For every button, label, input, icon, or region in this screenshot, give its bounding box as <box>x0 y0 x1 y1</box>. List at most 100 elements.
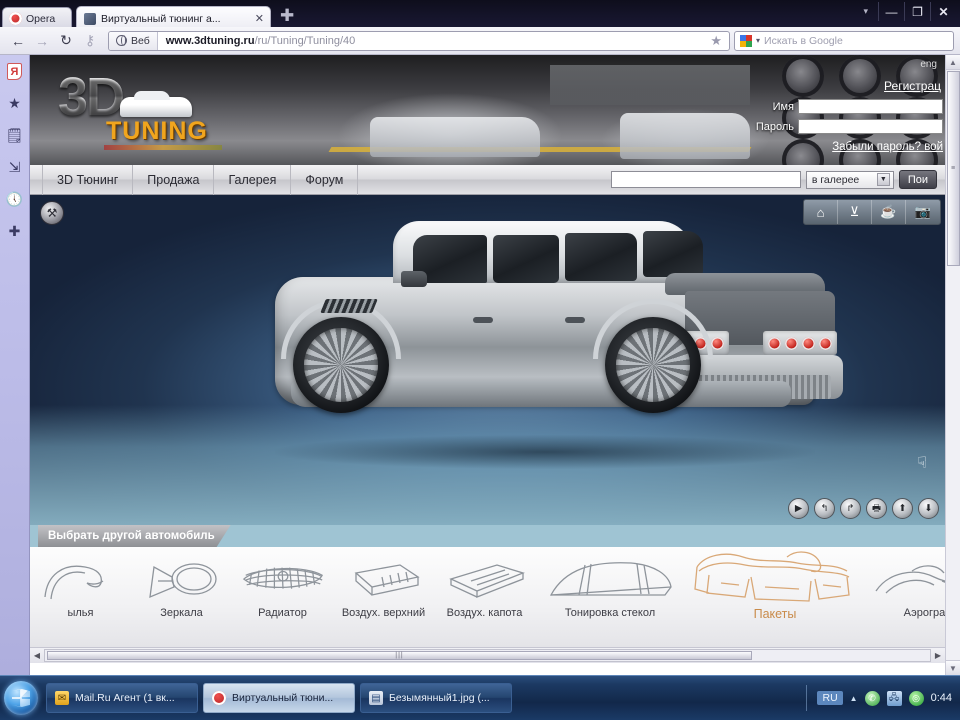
car-window-mid <box>493 235 559 283</box>
taskbar-item-label: Безымянный1.jpg (... <box>389 692 490 704</box>
reload-icon[interactable]: ↻ <box>54 30 78 52</box>
part-item-airbrush[interactable]: Аэрография <box>865 547 945 647</box>
car-3d-viewer[interactable]: ⚒ ⌂ ⊻ ☕ 📷 <box>30 195 945 525</box>
signin-link: вой <box>924 141 943 153</box>
paint-spray-icon[interactable]: ☕ <box>872 200 906 224</box>
chevron-down-icon[interactable]: ▾ <box>756 36 760 45</box>
rotate-right-icon[interactable]: ↱ <box>840 498 861 519</box>
notes-icon[interactable]: 🗒 <box>6 126 24 144</box>
parts-carousel[interactable]: ылья Зеркала <box>30 547 945 647</box>
opera-menu-label: Opera <box>26 13 55 25</box>
back-icon[interactable]: ← <box>6 30 30 52</box>
nav-item-tuning[interactable]: 3D Тюнинг <box>42 165 133 195</box>
rotate-left-icon[interactable]: ↰ <box>814 498 835 519</box>
tray-divider <box>806 685 807 711</box>
url-input[interactable]: Веб www.3dtuning.ru/ru/Tuning/Tuning/40 … <box>108 31 730 51</box>
nav-item-gallery[interactable]: Галерея <box>214 165 291 195</box>
scroll-thumb-vertical[interactable]: ≡ <box>947 71 960 266</box>
scroll-thumb[interactable]: ||| <box>47 651 752 660</box>
page-horizontal-scrollbar[interactable]: ◀ ||| ▶ <box>30 647 945 663</box>
site-navbar: 3D Тюнинг Продажа Галерея Форум в галере… <box>30 165 945 195</box>
clock[interactable]: 0:44 <box>931 692 952 704</box>
car-side-mirror <box>401 271 427 287</box>
opera-icon <box>212 691 226 705</box>
taskbar-item-opera[interactable]: Виртуальный тюни... <box>203 683 355 713</box>
new-tab-button[interactable]: ✚ <box>280 6 294 26</box>
star-icon[interactable]: ★ <box>6 94 24 112</box>
close-icon[interactable]: ✕ <box>253 12 266 25</box>
logo-car-icon <box>120 97 192 117</box>
upload-icon[interactable]: ⬆ <box>892 498 913 519</box>
part-item-mirrors[interactable]: Зеркала <box>131 547 232 647</box>
browser-titlebar: Opera Виртуальный тюнинг а... ✕ ✚ ▾ — ❐ … <box>0 0 960 27</box>
mirror-icon <box>139 555 225 607</box>
car-wheel-front <box>293 317 389 413</box>
window-tint-icon <box>544 555 676 607</box>
search-input[interactable]: ▾ Искать в Google <box>734 31 954 51</box>
chevron-down-icon[interactable]: ▾ <box>859 6 878 17</box>
nav-item-forum[interactable]: Форум <box>291 165 358 195</box>
scroll-up-icon[interactable]: ▲ <box>946 55 960 70</box>
language-indicator[interactable]: RU <box>817 691 842 705</box>
download-icon[interactable]: ⬇ <box>918 498 939 519</box>
site-search-scope-select[interactable]: в галерее ▼ <box>806 171 894 189</box>
camera-icon[interactable]: 📷 <box>906 200 940 224</box>
scroll-right-icon[interactable]: ▶ <box>931 649 945 663</box>
network-tray-icon[interactable]: 🖧 <box>887 691 902 706</box>
language-switch-link[interactable]: eng <box>920 59 937 70</box>
minimize-button[interactable]: — <box>878 2 904 21</box>
page-vertical-scrollbar[interactable]: ▲ ≡ ▼ <box>945 55 960 675</box>
logo-underline <box>104 145 222 150</box>
forgot-password-link[interactable]: Забыли пароль? вой <box>832 141 943 153</box>
site-search-group: в галерее ▼ Пои <box>611 170 945 189</box>
play-icon[interactable]: ▶ <box>788 498 809 519</box>
site-logo[interactable]: 3D TUNING <box>58 69 233 151</box>
url-text: www.3dtuning.ru/ru/Tuning/Tuning/40 <box>158 35 356 47</box>
web-search-badge[interactable]: Веб <box>109 32 158 50</box>
scroll-down-icon[interactable]: ▼ <box>946 660 960 675</box>
forward-icon[interactable]: → <box>30 30 54 52</box>
site-search-input[interactable] <box>611 171 801 188</box>
opera-menu-button[interactable]: Opera <box>2 7 72 29</box>
site-search-button[interactable]: Пои <box>899 170 937 189</box>
part-item-fenders[interactable]: ылья <box>30 547 131 647</box>
antivirus-tray-icon[interactable]: ◎ <box>909 691 924 706</box>
add-panel-icon[interactable]: ✚ <box>6 222 24 240</box>
yandex-icon[interactable]: Я <box>7 63 22 80</box>
key-icon[interactable]: ⚷ <box>78 30 102 52</box>
part-label: Воздух. капота <box>447 607 523 619</box>
grille-icon <box>240 555 326 607</box>
scroll-left-icon[interactable]: ◀ <box>30 649 44 663</box>
bookmark-star-icon[interactable]: ★ <box>703 33 729 49</box>
restore-button[interactable]: ❐ <box>904 2 930 21</box>
show-hidden-icons-icon[interactable]: ▲ <box>850 694 858 703</box>
mailru-agent-tray-icon[interactable]: ✆ <box>865 691 880 706</box>
taskbar-item-image[interactable]: ▤ Безымянный1.jpg (... <box>360 683 512 713</box>
scroll-track[interactable]: ||| <box>44 649 931 662</box>
downloads-icon[interactable]: ⇲ <box>6 158 24 176</box>
part-item-window-tint[interactable]: Тонировка стекол <box>535 547 685 647</box>
window-controls: ▾ — ❐ ✕ <box>859 2 956 21</box>
header-shelf <box>550 65 750 105</box>
choose-car-strip: Выбрать другой автомобиль <box>30 525 945 547</box>
taskbar-item-mailru[interactable]: ✉ Mail.Ru Агент (1 вк... <box>46 683 198 713</box>
part-item-radiator[interactable]: Радиатор <box>232 547 333 647</box>
choose-another-car-button[interactable]: Выбрать другой автомобиль <box>38 525 231 547</box>
tools-wrench-icon[interactable]: ⚒ <box>40 201 64 225</box>
login-name-input[interactable] <box>798 99 943 114</box>
close-window-button[interactable]: ✕ <box>930 2 956 21</box>
nav-item-sale[interactable]: Продажа <box>133 165 214 195</box>
login-name-row: Имя <box>773 99 943 114</box>
history-clock-icon[interactable]: 🕔 <box>6 190 24 208</box>
site-search-scope-value: в галерее <box>812 174 859 186</box>
part-label: Радиатор <box>258 607 307 619</box>
print-icon[interactable]: 🖶 <box>866 498 887 519</box>
car-model-render[interactable] <box>245 213 855 473</box>
part-item-hood-vent[interactable]: Воздух. капота <box>434 547 535 647</box>
start-button[interactable] <box>4 681 38 715</box>
part-item-roof-scoop[interactable]: Воздух. верхний <box>333 547 434 647</box>
login-password-input[interactable] <box>798 119 943 134</box>
part-item-body-kits[interactable]: Пакеты <box>685 547 865 647</box>
site-header: 3D TUNING eng Регистрац Имя Пароль Забыл… <box>30 55 945 165</box>
register-link[interactable]: Регистрац <box>884 79 941 93</box>
